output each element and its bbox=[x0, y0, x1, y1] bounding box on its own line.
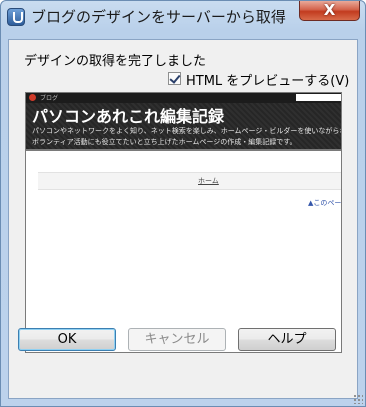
page-top-link[interactable]: ▲このペー bbox=[308, 198, 341, 208]
blog-nav-bar: ホーム bbox=[38, 172, 341, 190]
preview-html-checkbox[interactable] bbox=[168, 72, 181, 85]
nav-home-link[interactable]: ホーム bbox=[198, 176, 219, 186]
close-icon: X bbox=[323, 1, 336, 19]
blog-description-line: パソコンやネットワークをよく知り、ネット検索を楽しみ、ホームページ・ビルダーを使… bbox=[32, 127, 342, 135]
blog-top-bar bbox=[26, 93, 341, 103]
blog-header-banner: ブログ パソコンあれこれ編集記録 パソコンやネットワークをよく知り、ネット検索を… bbox=[26, 93, 341, 151]
close-button[interactable]: X bbox=[299, 1, 360, 21]
ok-button[interactable]: OK bbox=[18, 328, 116, 351]
banner-divider bbox=[26, 149, 341, 151]
window-title: ブログのデザインをサーバーから取得 bbox=[31, 8, 286, 26]
blog-description: パソコンやネットワークをよく知り、ネット検索を楽しみ、ホームページ・ビルダーを使… bbox=[32, 126, 342, 148]
resize-grip-icon[interactable] bbox=[353, 394, 363, 404]
blog-title: パソコンあれこれ編集記録 bbox=[32, 107, 225, 126]
preview-html-label[interactable]: HTML をプレビューする(V) bbox=[186, 70, 349, 88]
html-preview-pane[interactable]: ブログ パソコンあれこれ編集記録 パソコンやネットワークをよく知り、ネット検索を… bbox=[25, 92, 342, 353]
cancel-button[interactable]: キャンセル bbox=[128, 328, 226, 351]
help-button[interactable]: ヘルプ bbox=[238, 328, 336, 351]
blog-logo-icon bbox=[29, 94, 36, 101]
completion-message: デザインの取得を完了しました bbox=[24, 54, 207, 69]
preview-html-option[interactable]: HTML をプレビューする(V) bbox=[168, 70, 358, 88]
blog-description-line: ボランティア活動にも役立てたいと立ち上げたホームページの作成・編集記録です。 bbox=[32, 138, 297, 146]
blog-tag: ブログ bbox=[40, 95, 59, 102]
blog-search-box bbox=[296, 94, 341, 101]
dialog-window: ブログのデザインをサーバーから取得 X デザインの取得を完了しました HTML … bbox=[0, 0, 366, 407]
app-icon bbox=[7, 8, 25, 26]
title-bar[interactable]: ブログのデザインをサーバーから取得 X bbox=[1, 1, 365, 31]
